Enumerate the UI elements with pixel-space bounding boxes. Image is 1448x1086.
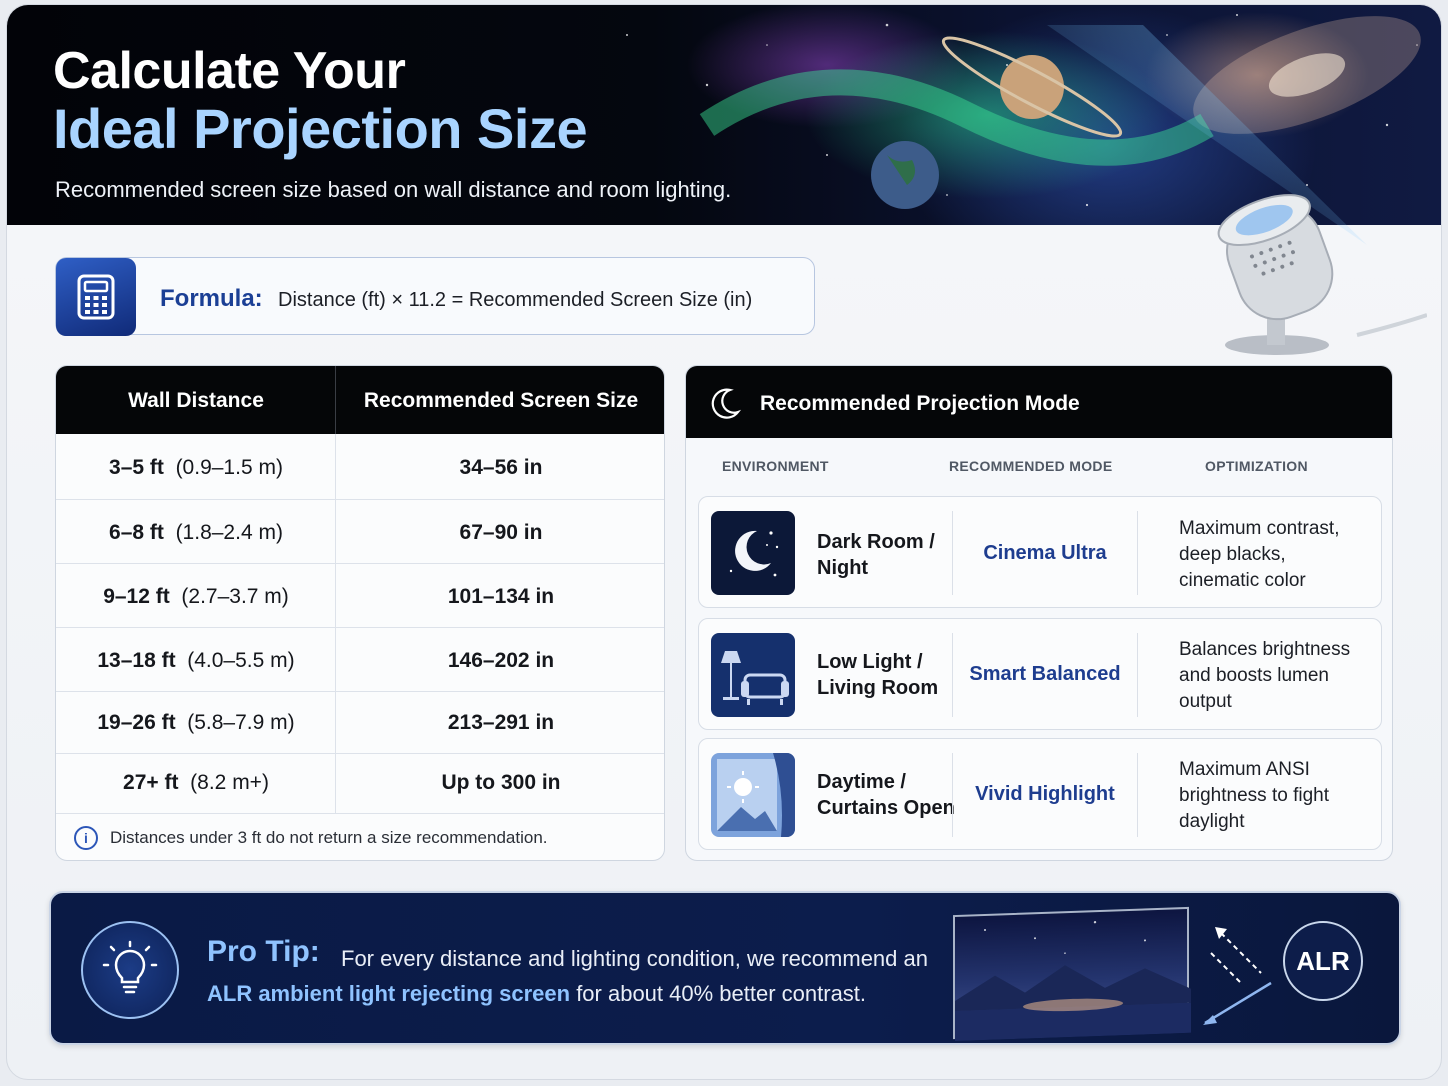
distance-ft: 9–12 ft (103, 585, 170, 608)
optimization-line: Balances brightness (1179, 639, 1351, 660)
distance-m: (2.7–3.7 m) (181, 585, 289, 608)
pro-tip-text: For every distance and lighting conditio… (207, 941, 967, 1011)
header-screen-size: Recommended Screen Size (363, 389, 639, 412)
screen-size-cell: 101–134 in (447, 585, 555, 608)
environment-label: Low Light / Living Room (817, 649, 957, 701)
screen-size-cell: 213–291 in (447, 711, 555, 734)
distance-m: (1.8–2.4 m) (175, 521, 283, 544)
wall-distance-cell: 9–12 ft (2.7–3.7 m) (56, 585, 336, 609)
distance-m: (0.9–1.5 m) (175, 456, 283, 479)
table-row: 27+ ft (8.2 m+) Up to 300 in (56, 754, 664, 814)
moon-icon (711, 388, 742, 419)
page-subtitle: Recommended screen size based on wall di… (55, 177, 732, 202)
screen-size-cell: Up to 300 in (441, 771, 561, 794)
column-optimization: OPTIMIZATION (1205, 458, 1308, 474)
wall-distance-cell: 19–26 ft (5.8–7.9 m) (56, 711, 336, 735)
page-title: Calculate Your Ideal Projection Size (53, 42, 588, 160)
distance-ft: 13–18 ft (97, 649, 176, 672)
optimization-line: Maximum ANSI (1179, 759, 1310, 780)
optimization-line: and boosts lumen (1179, 665, 1329, 686)
optimization-line: brightness to fight (1179, 785, 1329, 806)
mode-name: Smart Balanced (969, 663, 1121, 685)
optimization-line: output (1179, 691, 1232, 712)
title-line-1: Calculate Your (53, 42, 406, 100)
header-wall-distance: Wall Distance (128, 389, 264, 412)
wall-distance-cell: 27+ ft (8.2 m+) (56, 771, 336, 795)
distance-ft: 6–8 ft (109, 521, 164, 544)
table-row: 9–12 ft (2.7–3.7 m) 101–134 in (56, 564, 664, 628)
optimization-line: deep blacks, (1179, 544, 1286, 565)
mode-row-low-light: Low Light / Living Room Smart Balanced B… (698, 618, 1382, 730)
mode-row-daytime: Daytime / Curtains Open Vivid Highlight … (698, 738, 1382, 850)
alr-screen-image (953, 906, 1191, 1042)
projection-mode-title: Recommended Projection Mode (760, 392, 1080, 415)
living-room-icon (711, 633, 795, 717)
screen-size-cell: 34–56 in (459, 456, 543, 479)
lightbulb-icon (81, 921, 179, 1019)
projection-mode-panel: Recommended Projection Mode ENVIRONMENT … (685, 365, 1393, 861)
screen-size-cell: 146–202 in (447, 649, 555, 672)
environment-line: Dark Room / (817, 531, 935, 553)
distance-m: (5.8–7.9 m) (187, 711, 295, 734)
mode-name: Cinema Ultra (983, 542, 1107, 564)
table-row: 19–26 ft (5.8–7.9 m) 213–291 in (56, 692, 664, 754)
optimization-text: Maximum ANSI brightness to fight dayligh… (1179, 757, 1369, 835)
mode-name: Vivid Highlight (975, 783, 1115, 805)
table-row: 3–5 ft (0.9–1.5 m) 34–56 in (56, 434, 664, 500)
calculator-icon (56, 258, 136, 336)
environment-line: Low Light / (817, 651, 923, 673)
environment-line: Night (817, 557, 869, 579)
distance-table-header: Wall Distance Recommended Screen Size (56, 366, 664, 434)
title-line-2: Ideal Projection Size (53, 97, 588, 160)
footnote-text: Distances under 3 ft do not return a siz… (110, 828, 548, 847)
projection-mode-header: Recommended Projection Mode (686, 366, 1392, 438)
distance-ft: 27+ ft (123, 771, 179, 794)
formula-text: Distance (ft) × 11.2 = Recommended Scree… (278, 289, 753, 311)
wall-distance-cell: 6–8 ft (1.8–2.4 m) (56, 521, 336, 545)
night-moon-icon (711, 511, 795, 595)
distance-ft: 19–26 ft (97, 711, 176, 734)
alr-badge: ALR (1283, 921, 1363, 1001)
environment-line: Living Room (817, 677, 939, 699)
screen-size-cell: 67–90 in (459, 521, 543, 544)
optimization-line: Maximum contrast, (1179, 518, 1340, 539)
info-icon: i (74, 826, 98, 850)
formula-label: Formula: (160, 285, 263, 312)
environment-label: Dark Room / Night (817, 529, 957, 581)
optimization-line: daylight (1179, 811, 1245, 832)
table-row: 6–8 ft (1.8–2.4 m) 67–90 in (56, 500, 664, 564)
projector-image (1217, 194, 1427, 355)
light-reflection-arrows-icon (1203, 927, 1272, 1025)
environment-line: Daytime / (817, 771, 906, 793)
column-environment: ENVIRONMENT (722, 458, 829, 474)
wall-distance-cell: 13–18 ft (4.0–5.5 m) (56, 649, 336, 673)
optimization-line: cinematic color (1179, 570, 1306, 591)
infographic-card: Calculate Your Ideal Projection Size Rec… (6, 4, 1442, 1080)
table-row: 13–18 ft (4.0–5.5 m) 146–202 in (56, 628, 664, 692)
environment-line: Curtains Open (817, 797, 955, 819)
optimization-text: Balances brightness and boosts lumen out… (1179, 637, 1369, 715)
wall-distance-cell: 3–5 ft (0.9–1.5 m) (56, 456, 336, 480)
distance-m: (4.0–5.5 m) (187, 649, 295, 672)
pro-tip-highlight: ALR ambient light rejecting screen (207, 981, 571, 1006)
pro-tip-banner: Pro Tip: For every distance and lighting… (49, 891, 1401, 1045)
pro-tip-text-after: for about 40% better contrast. (570, 981, 867, 1006)
distance-table: Wall Distance Recommended Screen Size 3–… (55, 365, 665, 861)
mode-row-dark-room: Dark Room / Night Cinema Ultra Maximum c… (698, 496, 1382, 608)
formula-box: Formula: Distance (ft) × 11.2 = Recommen… (55, 257, 815, 336)
optimization-text: Maximum contrast, deep blacks, cinematic… (1179, 516, 1369, 594)
distance-m: (8.2 m+) (190, 771, 269, 794)
table-footnote: i Distances under 3 ft do not return a s… (74, 826, 548, 850)
column-recommended-mode: RECOMMENDED MODE (949, 458, 1113, 474)
distance-ft: 3–5 ft (109, 456, 164, 479)
pro-tip-text-before: For every distance and lighting conditio… (341, 946, 928, 971)
environment-label: Daytime / Curtains Open (817, 769, 957, 821)
daytime-window-icon (711, 753, 795, 837)
